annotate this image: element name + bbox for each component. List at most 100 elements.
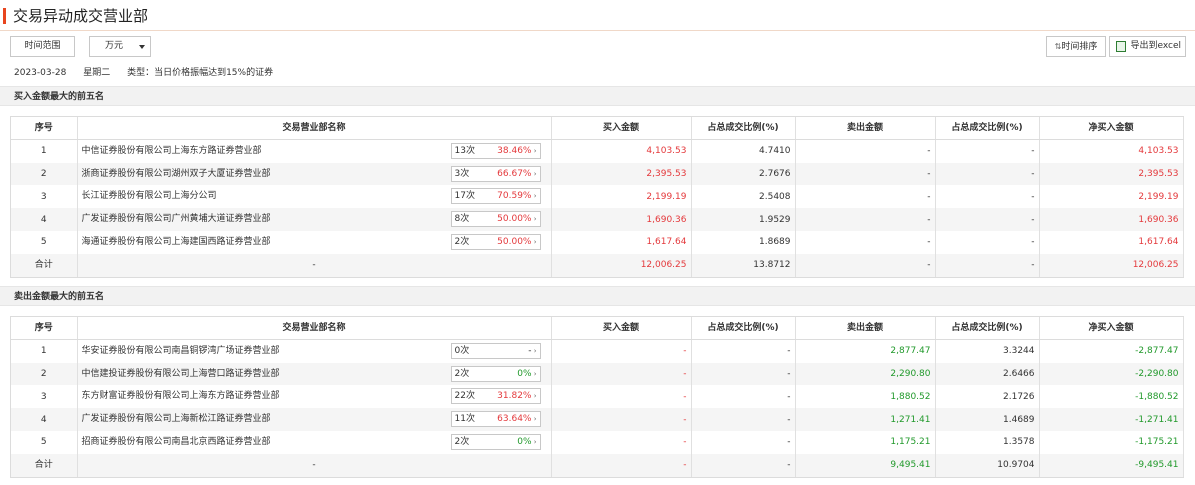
net-buy-amount: -1,880.52 bbox=[1039, 385, 1184, 409]
column-header[interactable]: 买入金额 bbox=[551, 117, 692, 141]
table-row[interactable]: 4 广发证券股份有限公司上海新松江路证券营业部 11次 63.64% › - -1,271.… bbox=[11, 408, 1184, 431]
total-label: 合计 bbox=[11, 253, 78, 277]
branch-stat-badge[interactable]: 2次 0% › bbox=[450, 433, 541, 450]
info-date: 2023-03-28 bbox=[14, 68, 67, 78]
branch-name[interactable]: 东方财富证券股份有限公司上海东方路证券营业部 bbox=[82, 390, 280, 402]
total-buy-ratio: 13.8712 bbox=[691, 253, 796, 277]
buy-amount: - bbox=[551, 408, 692, 431]
net-buy-amount: 4,103.53 bbox=[1039, 139, 1184, 163]
column-header[interactable]: 净买入金额 bbox=[1039, 117, 1184, 141]
branch-name[interactable]: 中信证券股份有限公司上海东方路证券营业部 bbox=[82, 145, 262, 157]
row-number: 5 bbox=[11, 430, 78, 454]
branch-name-cell[interactable]: 中信证券股份有限公司上海东方路证券营业部 13次 38.46% › bbox=[77, 139, 552, 163]
info-type: 类型：当日价格振幅达到15%的证券 bbox=[127, 68, 274, 78]
branch-name[interactable]: 浙商证券股份有限公司湖州双子大厦证券营业部 bbox=[82, 168, 271, 180]
branch-stat-badge[interactable]: 2次 0% › bbox=[450, 365, 541, 382]
column-header[interactable]: 占总成交比例(%) bbox=[935, 117, 1040, 141]
buy-ratio: - bbox=[691, 385, 796, 409]
unit-select[interactable]: 万元 bbox=[89, 36, 151, 57]
table-total-row: 合计 -12,006.25 13.8712- -12,006.25 bbox=[11, 253, 1184, 277]
buy-ratio: - bbox=[691, 339, 796, 363]
sell-amount: 1,271.41 bbox=[795, 408, 936, 431]
table-header-row: 序号 交易营业部名称 买入金额 占总成交比例(%) 卖出金额 占总成交比例(%) 净买入金额 bbox=[11, 317, 1184, 341]
branch-stat-badge[interactable]: 0次 - › bbox=[450, 343, 541, 360]
table-row[interactable]: 3 长江证券股份有限公司上海分公司 17次 70.59% › 2,199.19 2.5408… bbox=[11, 185, 1184, 209]
branch-name[interactable]: 长江证券股份有限公司上海分公司 bbox=[82, 190, 217, 202]
table-row[interactable]: 1 华安证券股份有限公司南昌铜锣湾广场证券营业部 0次 - › - -2,877.47 3.3… bbox=[11, 339, 1184, 363]
chevron-right-icon: › bbox=[533, 169, 537, 178]
branch-name[interactable]: 华安证券股份有限公司南昌铜锣湾广场证券营业部 bbox=[82, 345, 280, 357]
branch-win-rate: 50.00% bbox=[497, 214, 532, 225]
table-row[interactable]: 4 广发证券股份有限公司广州黄埔大道证券营业部 8次 50.00% › 1,690.36 1… bbox=[11, 208, 1184, 231]
chevron-right-icon: › bbox=[533, 437, 537, 446]
branch-name-cell[interactable]: 中信建投证券股份有限公司上海营口路证券营业部 2次 0% › bbox=[77, 362, 552, 386]
title-bar: 交易异动成交营业部 bbox=[0, 0, 1195, 31]
branch-name[interactable]: 广发证券股份有限公司广州黄埔大道证券营业部 bbox=[82, 213, 271, 225]
branch-name-cell[interactable]: 招商证券股份有限公司南昌北京西路证券营业部 2次 0% › bbox=[77, 430, 552, 454]
table-row[interactable]: 5 海通证券股份有限公司上海建国西路证券营业部 2次 50.00% › 1,617.64 1… bbox=[11, 230, 1184, 254]
branch-name[interactable]: 海通证券股份有限公司上海建国西路证券营业部 bbox=[82, 236, 271, 248]
total-buy-amount: 12,006.25 bbox=[551, 253, 692, 277]
sell-ratio: 1.4689 bbox=[935, 408, 1040, 431]
branch-name-cell[interactable]: 广发证券股份有限公司上海新松江路证券营业部 11次 63.64% › bbox=[77, 408, 552, 431]
column-header[interactable]: 占总成交比例(%) bbox=[935, 317, 1040, 341]
column-header[interactable]: 卖出金额 bbox=[795, 317, 936, 341]
table-row[interactable]: 5 招商证券股份有限公司南昌北京西路证券营业部 2次 0% › - -1,175.21 1.3… bbox=[11, 430, 1184, 454]
branch-stat-badge[interactable]: 8次 50.00% › bbox=[450, 211, 541, 228]
branch-win-rate: 0% bbox=[517, 368, 532, 379]
buy-amount: - bbox=[551, 362, 692, 386]
branch-win-rate: 70.59% bbox=[497, 191, 532, 202]
sell-ratio: 3.3244 bbox=[935, 339, 1040, 363]
table-row[interactable]: 1 中信证券股份有限公司上海东方路证券营业部 13次 38.46% › 4,103.53 4… bbox=[11, 139, 1184, 163]
row-number: 2 bbox=[11, 362, 78, 386]
branch-stat-badge[interactable]: 13次 38.46% › bbox=[450, 143, 541, 160]
row-number: 4 bbox=[11, 408, 78, 431]
column-header[interactable]: 占总成交比例(%) bbox=[691, 317, 796, 341]
time-sort-button[interactable]: ⇅时间排序 bbox=[1046, 36, 1106, 57]
column-header[interactable]: 买入金额 bbox=[551, 317, 692, 341]
column-header[interactable]: 交易营业部名称 bbox=[77, 117, 552, 141]
branch-name-cell[interactable]: 海通证券股份有限公司上海建国西路证券营业部 2次 50.00% › bbox=[77, 230, 552, 254]
column-header[interactable]: 序号 bbox=[11, 117, 78, 141]
total-buy-amount: - bbox=[551, 453, 692, 477]
branch-name[interactable]: 中信建投证券股份有限公司上海营口路证券营业部 bbox=[82, 368, 280, 380]
export-excel-button[interactable]: 导出到excel bbox=[1109, 36, 1186, 57]
branch-name-cell[interactable]: 东方财富证券股份有限公司上海东方路证券营业部 22次 31.82% › bbox=[77, 385, 552, 409]
buy-ratio: - bbox=[691, 362, 796, 386]
branch-name-cell[interactable]: 华安证券股份有限公司南昌铜锣湾广场证券营业部 0次 - › bbox=[77, 339, 552, 363]
chevron-down-icon bbox=[139, 45, 145, 49]
branch-name[interactable]: 招商证券股份有限公司南昌北京西路证券营业部 bbox=[82, 436, 271, 448]
column-header[interactable]: 卖出金额 bbox=[795, 117, 936, 141]
branch-name[interactable]: 广发证券股份有限公司上海新松江路证券营业部 bbox=[82, 413, 271, 425]
column-header[interactable]: 交易营业部名称 bbox=[77, 317, 552, 341]
branch-stat-badge[interactable]: 22次 31.82% › bbox=[450, 388, 541, 405]
column-header[interactable]: 占总成交比例(%) bbox=[691, 117, 796, 141]
total-net-buy-amount: -9,495.41 bbox=[1039, 453, 1184, 477]
branch-stat-badge[interactable]: 3次 66.67% › bbox=[450, 165, 541, 182]
buy-ratio: 4.7410 bbox=[691, 139, 796, 163]
branch-stat-badge[interactable]: 11次 63.64% › bbox=[450, 411, 541, 428]
table-header-row: 序号 交易营业部名称 买入金额 占总成交比例(%) 卖出金额 占总成交比例(%) 净买入金额 bbox=[11, 117, 1184, 141]
column-header[interactable]: 序号 bbox=[11, 317, 78, 341]
total-name: - bbox=[77, 253, 552, 277]
excel-icon bbox=[1116, 41, 1126, 52]
branch-name-cell[interactable]: 长江证券股份有限公司上海分公司 17次 70.59% › bbox=[77, 185, 552, 209]
buy-amount: 1,617.64 bbox=[551, 230, 692, 254]
time-range-button[interactable]: 时间范围 bbox=[10, 36, 75, 57]
sell-amount: - bbox=[795, 139, 936, 163]
branch-stat-badge[interactable]: 17次 70.59% › bbox=[450, 188, 541, 205]
column-header[interactable]: 净买入金额 bbox=[1039, 317, 1184, 341]
table-row[interactable]: 3 东方财富证券股份有限公司上海东方路证券营业部 22次 31.82% › - -1,880… bbox=[11, 385, 1184, 409]
sell-ratio: 2.6466 bbox=[935, 362, 1040, 386]
buy-amount: - bbox=[551, 385, 692, 409]
table-row[interactable]: 2 中信建投证券股份有限公司上海营口路证券营业部 2次 0% › - -2,290.80 2.… bbox=[11, 362, 1184, 386]
branch-win-rate: 0% bbox=[517, 436, 532, 447]
net-buy-amount: -2,290.80 bbox=[1039, 362, 1184, 386]
chevron-right-icon: › bbox=[533, 147, 537, 156]
table-row[interactable]: 2 浙商证券股份有限公司湖州双子大厦证券营业部 3次 66.67% › 2,395.53 2… bbox=[11, 162, 1184, 186]
buy-ratio: - bbox=[691, 430, 796, 454]
branch-stat-badge[interactable]: 2次 50.00% › bbox=[450, 233, 541, 250]
sell-amount: 1,880.52 bbox=[795, 385, 936, 409]
branch-name-cell[interactable]: 浙商证券股份有限公司湖州双子大厦证券营业部 3次 66.67% › bbox=[77, 162, 552, 186]
branch-name-cell[interactable]: 广发证券股份有限公司广州黄埔大道证券营业部 8次 50.00% › bbox=[77, 208, 552, 231]
